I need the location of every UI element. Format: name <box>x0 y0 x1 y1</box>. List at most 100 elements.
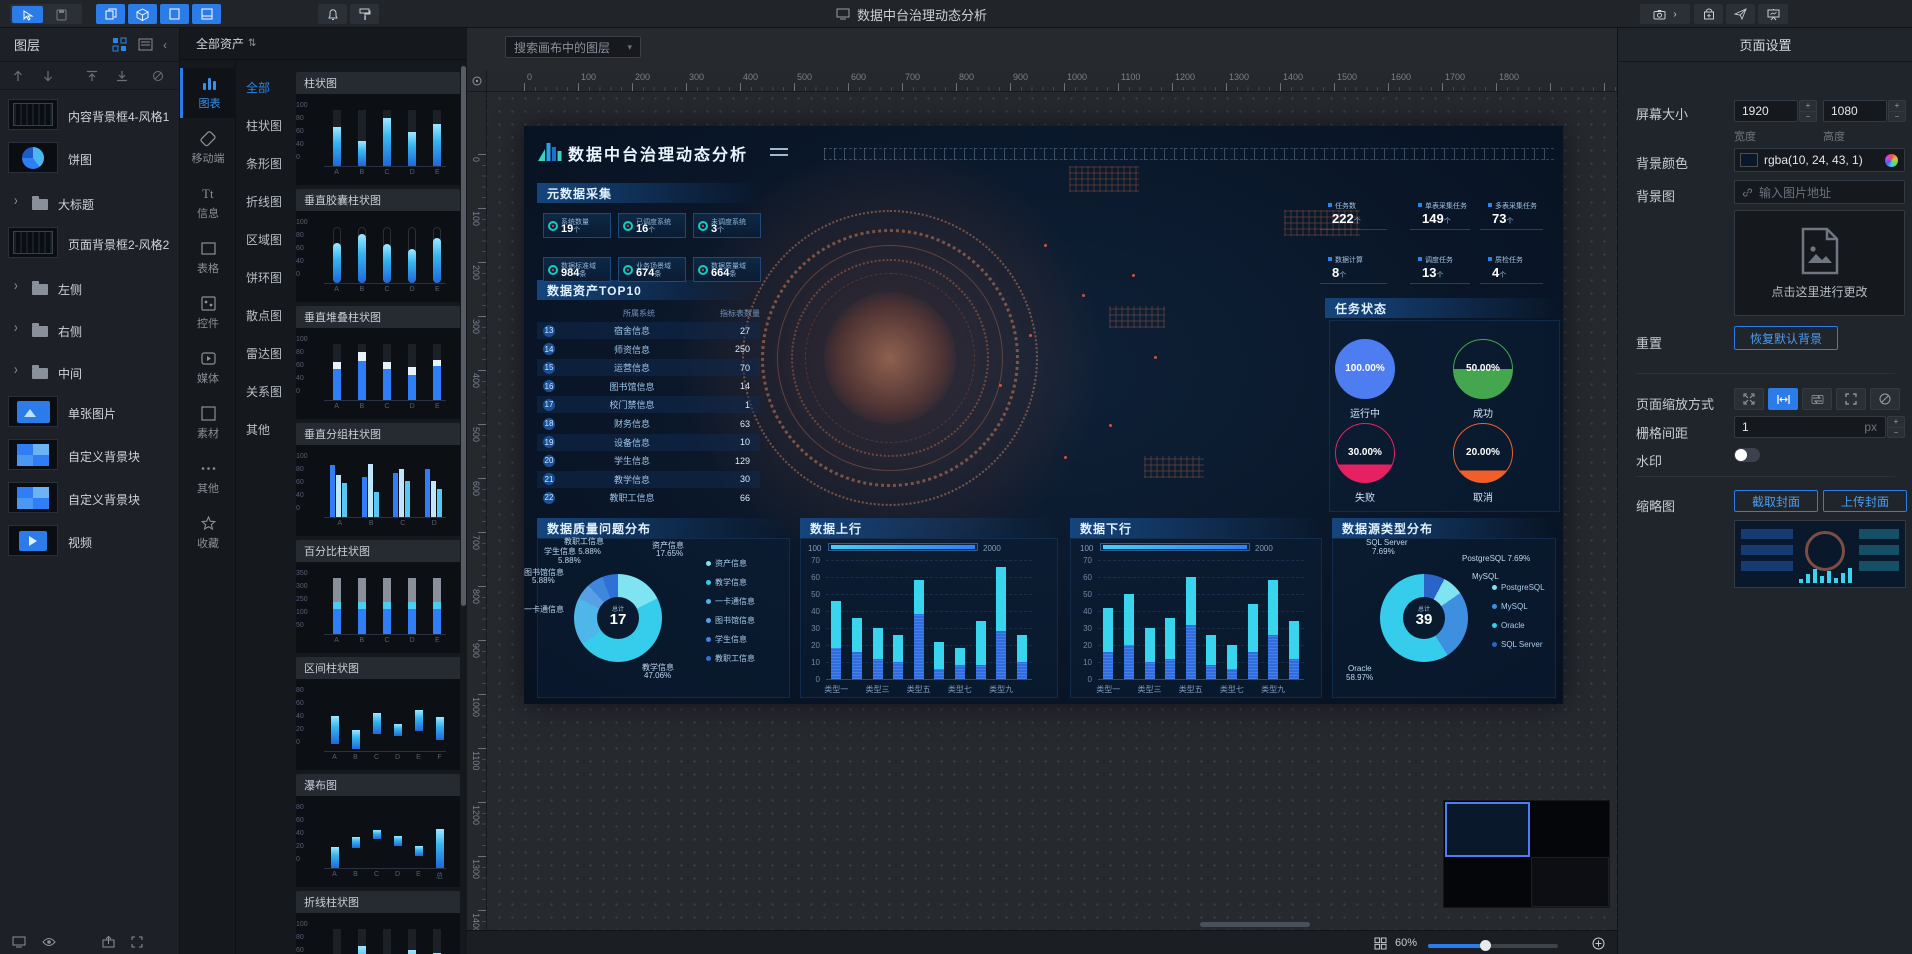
select-tool-button[interactable] <box>12 6 43 23</box>
copy-layer-button[interactable] <box>96 4 125 24</box>
move-bottom-icon[interactable] <box>116 70 128 82</box>
asset-card-瀑布图[interactable]: 瀑布图806040200ABCDE总 <box>296 774 460 887</box>
layer-item[interactable]: 单张图片 <box>0 392 180 435</box>
color-picker-icon[interactable] <box>1885 154 1898 167</box>
assets-category-关系图[interactable]: 关系图 <box>236 374 292 408</box>
layer-item[interactable]: ›左侧 <box>0 266 180 308</box>
bg-image-upload-box[interactable]: 点击这里进行更改 <box>1734 210 1905 316</box>
assets-category-全部[interactable]: 全部 <box>236 70 292 104</box>
assets-category-雷达图[interactable]: 雷达图 <box>236 336 292 370</box>
eye-icon[interactable] <box>42 937 56 947</box>
asset-card-百分比柱状图[interactable]: 百分比柱状图35030025010050ABCDE <box>296 540 460 653</box>
dashboard-artboard[interactable]: 数据中台治理动态分析元数据采集数据资产TOP10数据质量问题分布数据上行数据下行… <box>524 126 1563 704</box>
export-icon[interactable] <box>102 936 115 948</box>
layer-item[interactable]: 饼图 <box>0 138 180 181</box>
color-swatch[interactable] <box>1740 153 1758 167</box>
grid-toggle-icon[interactable] <box>1374 937 1387 950</box>
assets-tab-信息[interactable]: Tt信息 <box>180 178 236 228</box>
assets-category-条形图[interactable]: 条形图 <box>236 146 292 180</box>
assets-tab-移动端[interactable]: 移动端 <box>180 123 236 173</box>
assets-category-其他[interactable]: 其他 <box>236 412 292 446</box>
horizontal-scrollbar[interactable] <box>1200 922 1310 927</box>
canvas-area[interactable]: 搜索画布中的图层 ▾ 01002003004005006007008009001… <box>467 28 1617 954</box>
asset-card-折线柱状图[interactable]: 折线柱状图1008060400ABCDE <box>296 891 460 954</box>
upload-cover-button[interactable]: 上传封面 <box>1823 490 1907 512</box>
assets-category-饼环图[interactable]: 饼环图 <box>236 260 292 294</box>
assets-category-折线图[interactable]: 折线图 <box>236 184 292 218</box>
screen-width-input[interactable]: 1920 <box>1734 100 1798 122</box>
scale-mode-full-button[interactable] <box>1836 388 1866 410</box>
move-up-icon[interactable] <box>12 70 24 82</box>
layer-item[interactable]: 自定义背景块 <box>0 435 180 478</box>
layer-item[interactable]: 页面背景框2-风格2 <box>0 223 180 266</box>
layer-item[interactable]: ›右侧 <box>0 308 180 350</box>
monitor-icon[interactable] <box>12 936 26 948</box>
assets-scrollbar[interactable] <box>461 66 466 606</box>
3d-view-button[interactable] <box>128 4 157 24</box>
layer-item[interactable]: ›中间 <box>0 350 180 392</box>
collapse-layers-icon[interactable]: ‹ <box>163 38 167 52</box>
width-stepper[interactable]: +− <box>1799 100 1817 122</box>
assets-tab-图表[interactable]: 图表 <box>180 68 236 118</box>
datazoom-slider[interactable] <box>828 543 978 551</box>
package-button[interactable] <box>1694 4 1723 24</box>
frame-button[interactable] <box>160 4 189 24</box>
scale-mode-fit-height-button[interactable] <box>1802 388 1832 410</box>
scale-mode-fit-width-button[interactable] <box>1768 388 1798 410</box>
move-top-icon[interactable] <box>86 70 98 82</box>
scale-mode-none-button[interactable] <box>1870 388 1900 410</box>
canvas-layer-search[interactable]: 搜索画布中的图层 ▾ <box>505 36 641 58</box>
watermark-toggle[interactable] <box>1734 448 1760 462</box>
sort-icon[interactable]: ⇅ <box>248 38 256 49</box>
minimap[interactable] <box>1443 800 1610 908</box>
layout-button[interactable] <box>192 4 221 24</box>
grid-gap-stepper[interactable]: +− <box>1887 416 1905 438</box>
assets-tab-收藏[interactable]: 收藏 <box>180 508 236 558</box>
asset-card-垂直胶囊柱状图[interactable]: 垂直胶囊柱状图1008060400ABCDE <box>296 189 460 302</box>
assets-tab-媒体[interactable]: 媒体 <box>180 343 236 393</box>
gauge-dot-icon <box>623 221 633 231</box>
assets-tab-控件[interactable]: 控件 <box>180 288 236 338</box>
asset-card-垂直堆叠柱状图[interactable]: 垂直堆叠柱状图1008060400ABCDE <box>296 306 460 419</box>
assets-category-柱状图[interactable]: 柱状图 <box>236 108 292 142</box>
list-view-icon[interactable] <box>138 37 153 52</box>
scale-mode-stretch-button[interactable] <box>1734 388 1764 410</box>
grid-view-icon[interactable] <box>112 37 127 52</box>
layer-item[interactable]: ›大标题 <box>0 181 180 223</box>
screen-height-input[interactable]: 1080 <box>1823 100 1887 122</box>
top10-name: 教职工信息 <box>577 491 687 504</box>
expand-icon[interactable] <box>131 936 143 948</box>
asset-card-柱状图[interactable]: 柱状图1008060400ABCDE <box>296 72 460 185</box>
asset-card-垂直分组柱状图[interactable]: 垂直分组柱状图1008060400ABCD <box>296 423 460 536</box>
layer-item[interactable]: 自定义背景块 <box>0 478 180 521</box>
ruler-origin-toggle[interactable] <box>467 70 487 92</box>
zoom-in-icon[interactable] <box>1592 937 1605 950</box>
alarm-button[interactable] <box>318 4 347 24</box>
minimap-viewport[interactable] <box>1445 802 1530 857</box>
publish-button[interactable] <box>1726 4 1755 24</box>
bg-image-url-input[interactable]: 输入图片地址 <box>1734 180 1905 204</box>
assets-category-区域图[interactable]: 区域图 <box>236 222 292 256</box>
layer-item[interactable]: 内容背景框4-风格1 <box>0 95 180 138</box>
layer-item[interactable]: 视频 <box>0 521 180 564</box>
theme-button[interactable] <box>350 4 379 24</box>
lock-layer-icon[interactable] <box>152 70 164 82</box>
zoom-slider-knob[interactable] <box>1480 940 1491 951</box>
move-down-icon[interactable] <box>42 70 54 82</box>
task-gauge-label: 取消 <box>1453 489 1513 504</box>
restore-default-bg-button[interactable]: 恢复默认背景 <box>1734 326 1838 350</box>
bg-color-field[interactable]: rgba(10, 24, 43, 1) <box>1734 148 1905 172</box>
datazoom-slider[interactable] <box>1100 543 1250 551</box>
preview-button[interactable] <box>1758 4 1788 24</box>
assets-tab-素材[interactable]: 素材 <box>180 398 236 448</box>
snapshot-button[interactable]: › <box>1640 4 1690 24</box>
assets-category-散点图[interactable]: 散点图 <box>236 298 292 332</box>
save-button[interactable] <box>46 6 77 23</box>
assets-tab-表格[interactable]: 表格 <box>180 233 236 283</box>
asset-card-区间柱状图[interactable]: 区间柱状图806040200ABCDEF <box>296 657 460 770</box>
assets-tab-其他[interactable]: 其他 <box>180 453 236 503</box>
zoom-slider[interactable] <box>1428 944 1558 948</box>
grid-gap-input[interactable]: 1 px <box>1734 416 1886 438</box>
capture-cover-button[interactable]: 截取封面 <box>1734 490 1818 512</box>
height-stepper[interactable]: +− <box>1888 100 1906 122</box>
